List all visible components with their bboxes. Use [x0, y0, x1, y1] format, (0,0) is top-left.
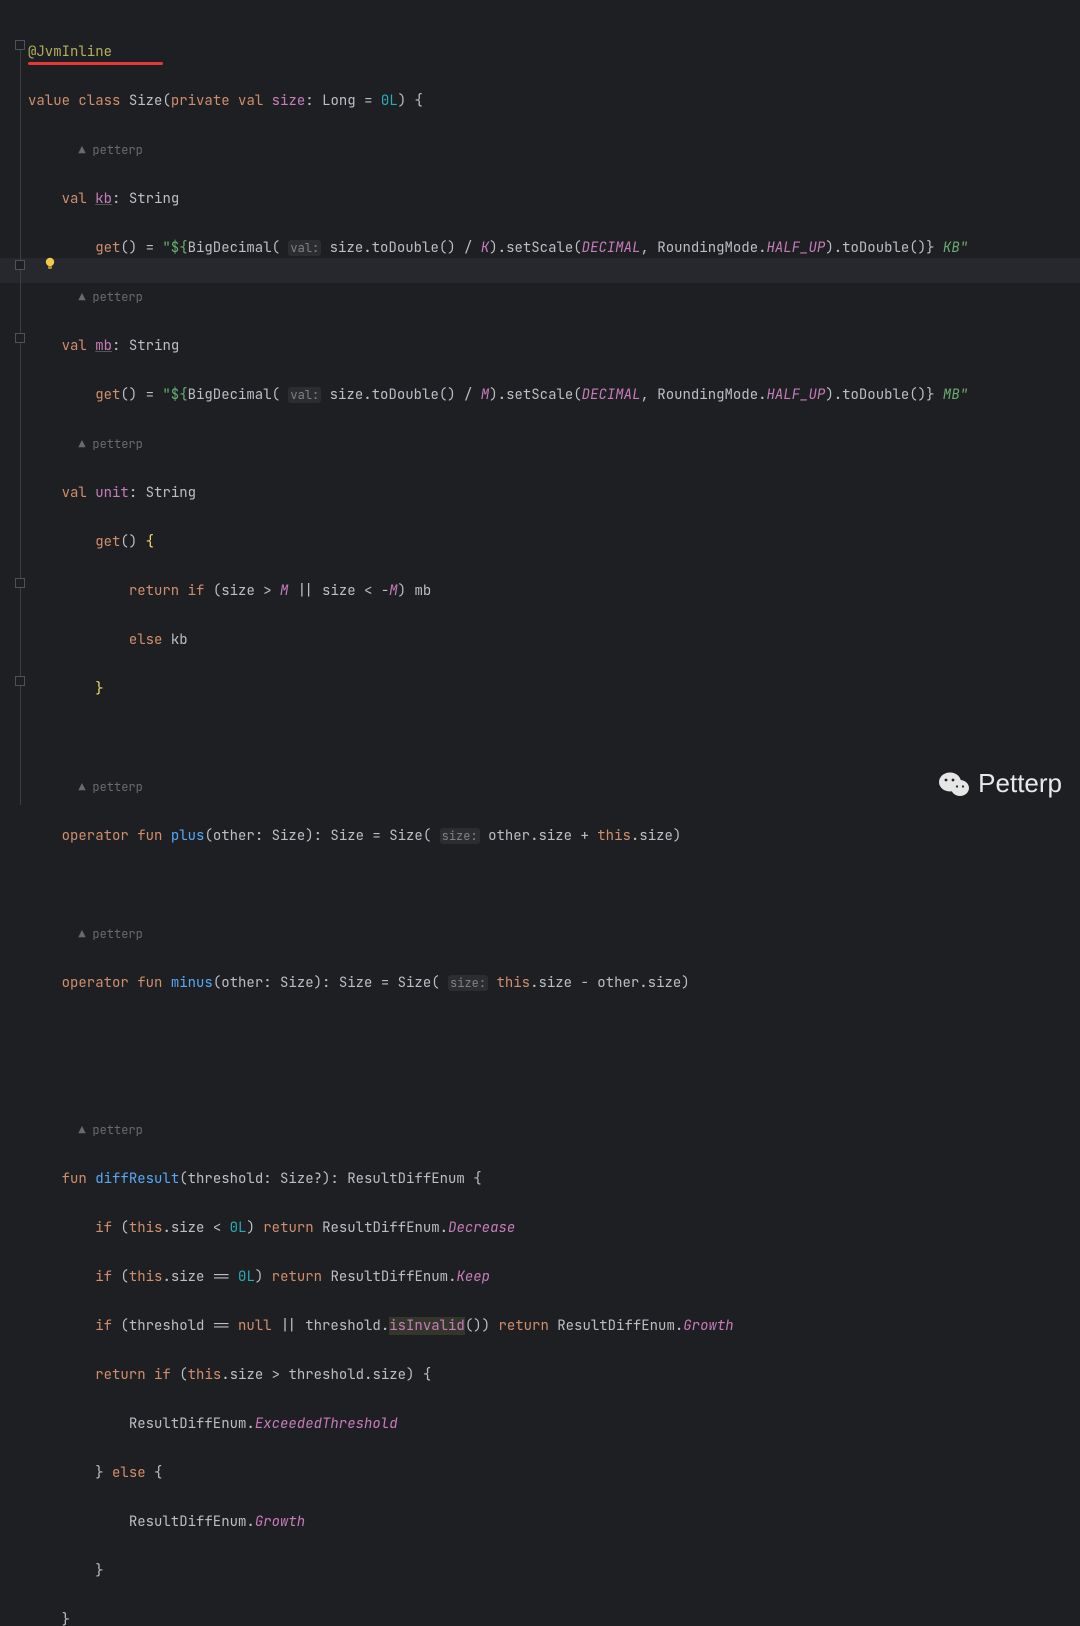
fold-handle-icon[interactable]: [15, 578, 25, 588]
red-underline-mark: [28, 62, 163, 65]
fn-plus: plus: [171, 827, 205, 845]
param-hint: val:: [288, 240, 321, 256]
author-icon: ▲: [78, 1118, 89, 1143]
fold-handle-icon[interactable]: [15, 260, 25, 270]
prop-unit: unit: [95, 484, 129, 502]
fn-diffresult: diffResult: [95, 1170, 179, 1188]
watermark-text: Petterp: [978, 768, 1062, 799]
prop-mb: mb: [95, 337, 112, 355]
fold-handle-icon[interactable]: [15, 333, 25, 343]
class-name: Size: [129, 92, 163, 110]
fn-minus: minus: [171, 974, 213, 992]
code-editor[interactable]: @JvmInline value class Size(private val …: [0, 0, 1080, 1626]
author-icon: ▲: [78, 922, 89, 947]
code-text: @JvmInline value class Size(private val …: [28, 15, 1080, 1626]
author-icon: ▲: [78, 775, 89, 800]
prop-kb: kb: [95, 190, 112, 208]
wechat-icon: [938, 770, 970, 798]
author-icon: ▲: [78, 432, 89, 457]
fold-handle-icon[interactable]: [15, 40, 25, 50]
author-icon: ▲: [78, 285, 89, 310]
fold-handle-icon[interactable]: [15, 676, 25, 686]
annotation: @JvmInline: [28, 43, 112, 61]
gutter-fold-bar[interactable]: [15, 0, 27, 813]
kw-value: value: [28, 92, 70, 110]
intention-bulb-icon[interactable]: [42, 256, 58, 272]
author-icon: ▲: [78, 138, 89, 163]
watermark: Petterp: [938, 768, 1062, 799]
author-hint[interactable]: petterp: [92, 142, 142, 158]
kw-class: class: [78, 92, 120, 110]
